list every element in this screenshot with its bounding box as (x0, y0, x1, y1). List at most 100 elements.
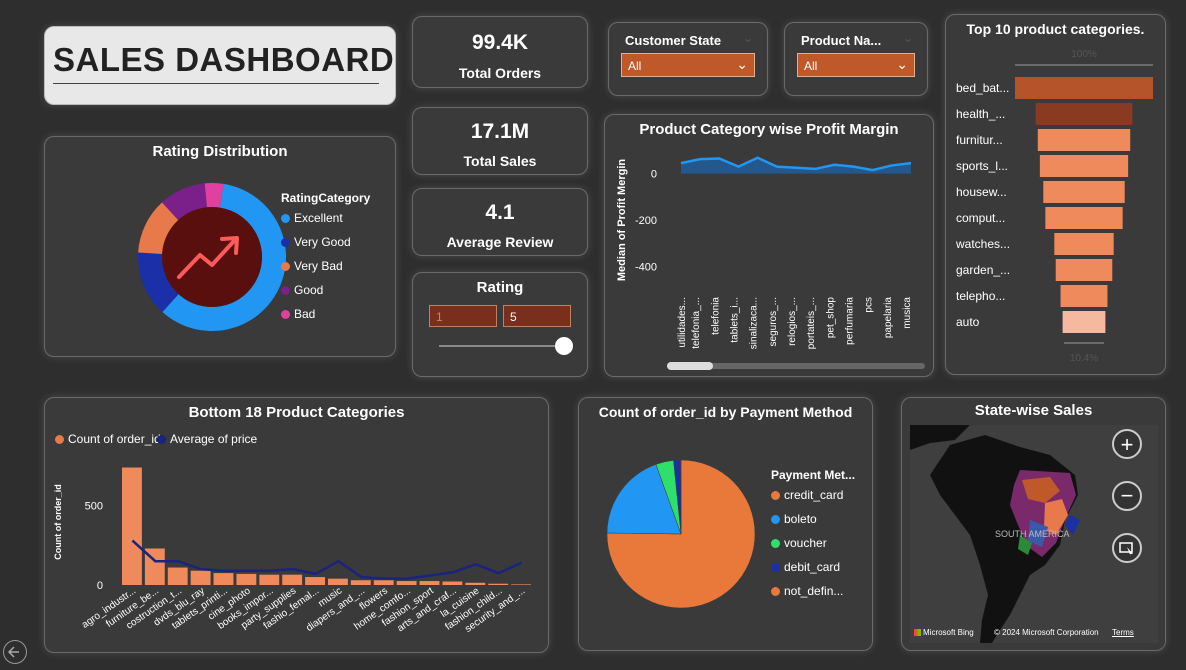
payment-method-card[interactable]: Count of order_id by Payment Method Paym… (578, 397, 873, 651)
bar-count[interactable] (419, 581, 440, 585)
bar-count[interactable] (373, 580, 394, 585)
kpi-total-sales[interactable]: 17.1M Total Sales (412, 107, 588, 175)
bar-count[interactable] (442, 581, 463, 585)
top10-funnel-chart[interactable]: 100% bed_bat... health_... furnitur... sport… (946, 15, 1167, 376)
funnel-bar[interactable] (1055, 259, 1113, 281)
cursor-select-icon (1119, 542, 1133, 557)
kpi-label: Total Orders (458, 65, 542, 81)
product-name-dropdown[interactable]: All ⌄ (797, 53, 915, 77)
funnel-bar[interactable] (1015, 77, 1153, 99)
category-label: watches... (955, 237, 1010, 251)
scrollbar-thumb[interactable] (667, 362, 713, 370)
bar-count[interactable] (396, 581, 417, 585)
y-tick-label: -200 (635, 215, 657, 227)
slicer-title: Customer State (625, 33, 722, 48)
legend-item[interactable]: debit_card (771, 560, 840, 574)
funnel-bar[interactable] (1035, 103, 1133, 125)
map-attribution: © 2024 Microsoft Corporation (994, 628, 1099, 637)
y-axis-label: Count of order_id (53, 484, 63, 560)
zoom-in-button[interactable]: + (1112, 429, 1142, 459)
map-canvas[interactable]: SOUTH AMERICA + − Microsoft Bing © 2024 … (910, 425, 1158, 643)
customer-state-slicer[interactable]: Customer State ⌄ All ⌄ (608, 22, 768, 96)
legend-item[interactable]: Good (281, 283, 323, 297)
legend-title: Payment Met... (771, 468, 856, 482)
state-sales-map-card[interactable]: State-wise Sales SOUTH AMERICA + − Micro… (901, 397, 1166, 651)
category-label: health_... (956, 107, 1005, 121)
funnel-bar[interactable] (1054, 233, 1114, 255)
rating-min-input[interactable]: 1 (429, 305, 497, 327)
customer-state-dropdown[interactable]: All ⌄ (621, 53, 755, 77)
funnel-bar[interactable] (1037, 129, 1131, 151)
x-tick-label: utilidades... (677, 297, 688, 348)
profit-area[interactable] (681, 157, 911, 174)
profit-margin-card[interactable]: Product Category wise Profit Margin Medi… (604, 114, 934, 377)
select-tool-button[interactable] (1112, 533, 1142, 563)
legend-label: Excellent (294, 211, 343, 225)
bar-count[interactable] (213, 573, 234, 585)
rating-max-input[interactable]: 5 (503, 305, 571, 327)
funnel-bar[interactable] (1039, 155, 1129, 177)
legend-item[interactable]: boleto (771, 512, 817, 526)
legend-dot (281, 261, 290, 271)
y-tick-label: 500 (85, 501, 103, 513)
legend-item[interactable]: Very Bad (281, 259, 343, 273)
rating-slider-handle[interactable] (555, 337, 573, 355)
back-button[interactable] (3, 640, 27, 664)
legend-item[interactable]: Bad (281, 307, 315, 321)
payment-pie-chart[interactable] (579, 398, 874, 652)
top-percent-label: 100% (1071, 49, 1097, 60)
legend-dot (281, 213, 290, 223)
bar-count[interactable] (465, 582, 486, 585)
bar-count[interactable] (122, 467, 142, 585)
bar-count[interactable] (305, 577, 325, 585)
legend-label: Very Good (294, 235, 351, 249)
bar-count[interactable] (190, 570, 211, 585)
bottom18-card[interactable]: Bottom 18 Product Categories Count of or… (44, 397, 549, 653)
chevron-down-icon[interactable]: ⌄ (743, 31, 753, 45)
category-label: furnitur... (956, 133, 1003, 147)
rating-slider-track[interactable] (439, 345, 563, 347)
x-tick-label: pcs (864, 297, 875, 313)
legend-label: not_defin... (784, 584, 844, 598)
bar-count[interactable] (167, 567, 188, 585)
funnel-bar[interactable] (1043, 181, 1125, 203)
legend-item[interactable]: voucher (771, 536, 827, 550)
bar-count[interactable] (236, 573, 257, 585)
kpi-total-orders[interactable]: 99.4K Total Orders (412, 16, 588, 88)
x-tick-label: seguros_... (768, 297, 779, 346)
terms-link[interactable]: Terms (1112, 628, 1134, 637)
legend-item[interactable]: Very Good (281, 235, 351, 249)
rating-distribution-card[interactable]: Rating Distribution RatingCategory Excel… (44, 136, 396, 357)
product-name-slicer[interactable]: Product Na... ⌄ All ⌄ (784, 22, 928, 96)
top10-card[interactable]: Top 10 product categories. 100% bed_bat..… (945, 14, 1166, 375)
legend-dot (771, 490, 780, 500)
category-label: housew... (956, 185, 1007, 199)
legend-label: Very Bad (294, 259, 343, 273)
rating-slicer[interactable]: Rating 1 5 (412, 272, 588, 377)
profit-margin-chart[interactable]: Median of Profit Mergin 0 -200 -400 utilidad… (605, 115, 935, 378)
legend-item[interactable]: credit_card (771, 488, 843, 502)
bar-count[interactable] (488, 583, 509, 585)
bar-count[interactable] (328, 578, 348, 585)
funnel-bar[interactable] (1060, 285, 1108, 307)
chevron-down-icon[interactable]: ⌄ (903, 31, 913, 45)
legend-item[interactable]: not_defin... (771, 584, 843, 598)
y-tick-label: 0 (97, 580, 103, 592)
bar-count[interactable] (511, 584, 531, 585)
x-tick-label: pet_shop (825, 297, 836, 339)
legend-label: Bad (294, 307, 316, 321)
bottom18-combo-chart[interactable]: Count of order_id 5000agro_industr...furn… (45, 398, 550, 654)
zoom-out-button[interactable]: − (1112, 481, 1142, 511)
title-underline (53, 83, 379, 84)
bottom-percent-label: 10.4% (1070, 353, 1098, 364)
funnel-bar[interactable] (1062, 311, 1106, 333)
funnel-bar[interactable] (1045, 207, 1123, 229)
bar-count[interactable] (350, 580, 371, 585)
bing-logo: Microsoft Bing (914, 628, 974, 637)
x-tick-label: telefonia (710, 297, 721, 335)
x-tick-label: sinalizaca... (749, 297, 760, 349)
bar-count[interactable] (259, 574, 280, 585)
legend-item[interactable]: Excellent (281, 211, 343, 225)
bar-count[interactable] (282, 574, 303, 585)
kpi-average-review[interactable]: 4.1 Average Review (412, 188, 588, 256)
